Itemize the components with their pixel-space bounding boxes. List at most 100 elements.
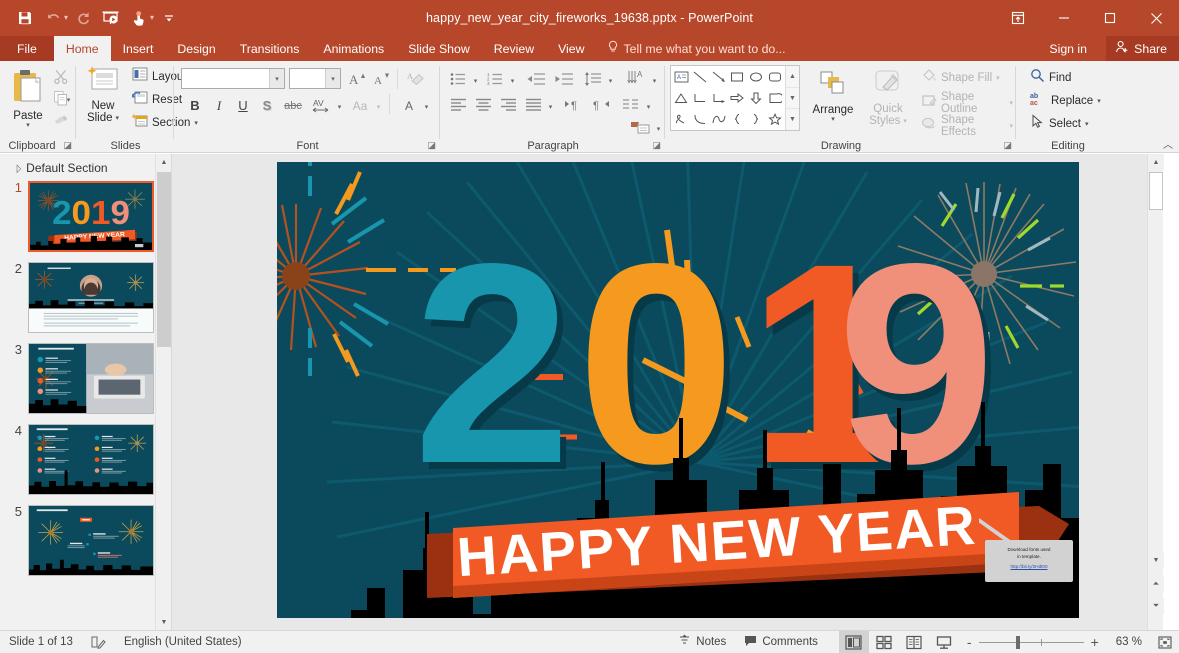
align-right-button[interactable] (497, 94, 520, 115)
collapse-ribbon-icon[interactable]: ︿ (1163, 136, 1173, 151)
new-slide-dropdown-icon[interactable]: ▾ (116, 115, 120, 122)
bold-button[interactable]: B (183, 94, 207, 117)
character-spacing-button[interactable]: AV (308, 94, 334, 117)
text-direction-button[interactable]: A (625, 66, 649, 87)
shape-fill-button[interactable]: Shape Fill ▾ (918, 67, 1003, 89)
ltr-text-direction-button[interactable]: ¶ (561, 94, 587, 115)
change-case-button[interactable]: Aa (347, 94, 373, 117)
clear-formatting-button[interactable]: A (403, 67, 429, 90)
shapes-gallery[interactable]: A ▲ ▼ ▼ (670, 65, 800, 131)
tab-view[interactable]: View (546, 36, 596, 61)
zoom-slider[interactable]: - + (959, 635, 1107, 649)
slide-counter[interactable]: Slide 1 of 13 (0, 631, 82, 653)
font-color-dropdown-icon[interactable]: ▾ (421, 96, 432, 117)
notes-button[interactable]: Notes (669, 631, 735, 653)
list-item[interactable]: 1 2019 (0, 180, 171, 252)
slide-area-scrollbar[interactable]: ▲ ▼ ⏶ ⏷ (1147, 154, 1164, 630)
shape-oval-icon[interactable] (747, 67, 766, 88)
normal-view-button[interactable] (838, 630, 869, 653)
scroll-up-icon[interactable]: ▲ (156, 154, 171, 170)
shapes-scroll-up-icon[interactable]: ▲ (786, 66, 799, 88)
slide-thumbnail-1[interactable]: 2019 HAPPY NEW YEAR (28, 181, 154, 252)
shape-arrow-icon[interactable] (709, 67, 728, 88)
next-slide-icon[interactable]: ⏷ (1148, 598, 1164, 614)
minimize-icon[interactable] (1041, 0, 1087, 36)
format-painter-button[interactable] (48, 109, 74, 129)
arrange-button[interactable]: Arrange ▾ (806, 65, 860, 133)
tab-review[interactable]: Review (482, 36, 546, 61)
shapes-more-icon[interactable]: ▼ (786, 109, 799, 130)
tab-design[interactable]: Design (165, 36, 227, 61)
shape-textbox-icon[interactable]: A (672, 67, 691, 88)
sign-in-button[interactable]: Sign in (1049, 36, 1087, 61)
shape-right-arrow-icon[interactable] (728, 88, 747, 109)
download-fonts-tooltip[interactable]: Download fonts used in template. http://… (985, 540, 1073, 582)
smartart-dropdown-icon[interactable]: ▾ (653, 118, 664, 139)
shape-flowchart-icon[interactable] (765, 88, 784, 109)
copy-dropdown-icon[interactable]: ▾ (63, 89, 74, 110)
numbering-dropdown-icon[interactable]: ▾ (507, 70, 518, 91)
bullets-dropdown-icon[interactable]: ▾ (470, 70, 481, 91)
columns-button[interactable] (619, 94, 643, 115)
spell-check-icon[interactable] (82, 631, 115, 653)
character-spacing-dropdown-icon[interactable]: ▾ (334, 96, 345, 117)
comments-button[interactable]: Comments (735, 631, 827, 653)
tab-home[interactable]: Home (53, 36, 111, 61)
shapes-gallery-scrollbar[interactable]: ▲ ▼ ▼ (785, 66, 799, 130)
font-dialog-launcher[interactable]: ◪ (427, 140, 436, 151)
tell-me-search[interactable]: Tell me what you want to do... (597, 36, 796, 61)
decrease-indent-button[interactable] (523, 68, 549, 89)
font-size-box[interactable]: ▾ (289, 68, 341, 89)
increase-indent-button[interactable] (551, 68, 577, 89)
text-direction-dropdown-icon[interactable]: ▾ (649, 70, 660, 91)
line-spacing-dropdown-icon[interactable]: ▾ (605, 70, 616, 91)
new-slide-button[interactable]: New Slide ▾ (80, 65, 126, 131)
save-icon[interactable] (12, 4, 38, 32)
underline-button[interactable]: U (231, 94, 255, 117)
center-button[interactable] (472, 94, 495, 115)
slide-editing-area[interactable]: 2 2 0 0 1 1 9 9 HAPPY NEW YEAR Download … (172, 154, 1164, 630)
touch-mode-icon[interactable] (126, 4, 152, 32)
tab-transitions[interactable]: Transitions (228, 36, 312, 61)
italic-button[interactable]: I (207, 94, 231, 117)
find-button[interactable]: Find (1027, 67, 1074, 89)
slide-sorter-view-button[interactable] (869, 631, 899, 653)
list-item[interactable]: 3 (0, 342, 171, 414)
customize-qat-icon[interactable] (156, 4, 182, 32)
shape-curve-icon[interactable] (709, 108, 728, 129)
justify-button[interactable] (522, 94, 545, 115)
font-color-button[interactable]: A (397, 94, 421, 117)
close-icon[interactable] (1133, 0, 1179, 36)
shape-rectangle-icon[interactable] (728, 67, 747, 88)
font-name-box[interactable]: ▾ (181, 68, 285, 89)
font-size-dropdown-icon[interactable]: ▾ (325, 69, 340, 88)
shape-arc-icon[interactable] (691, 108, 710, 129)
shape-effects-dropdown-icon[interactable]: ▾ (1009, 123, 1013, 130)
share-button[interactable]: Share (1106, 36, 1179, 61)
bullets-button[interactable] (447, 68, 470, 89)
columns-dropdown-icon[interactable]: ▾ (643, 96, 654, 117)
increase-font-size-button[interactable]: A (345, 67, 369, 90)
slide-thumbnail-panel[interactable]: ◹ Default Section 1 2019 2 3 4 5 ▲ ▼ (0, 154, 172, 630)
quick-styles-button[interactable]: Quick Styles ▾ (862, 65, 914, 133)
zoom-track[interactable] (978, 635, 1084, 649)
align-left-button[interactable] (447, 94, 470, 115)
redo-icon[interactable] (70, 4, 96, 32)
shape-scribble-icon[interactable] (672, 108, 691, 129)
select-button[interactable]: Select ▾ (1027, 113, 1091, 135)
shape-outline-dropdown-icon[interactable]: ▾ (1009, 100, 1013, 107)
slide-show-button[interactable] (929, 631, 959, 653)
shape-effects-button[interactable]: Shape Effects ▾ (918, 113, 1016, 139)
change-case-dropdown-icon[interactable]: ▾ (373, 96, 384, 117)
line-spacing-button[interactable] (581, 68, 605, 89)
justify-dropdown-icon[interactable]: ▾ (545, 96, 556, 117)
shape-right-brace-icon[interactable] (747, 108, 766, 129)
paragraph-dialog-launcher[interactable]: ◪ (652, 140, 661, 151)
scroll-down-icon[interactable]: ▼ (1148, 552, 1164, 568)
scrollbar-thumb[interactable] (1149, 172, 1163, 210)
zoom-handle[interactable] (1015, 635, 1020, 649)
font-name-dropdown-icon[interactable]: ▾ (269, 69, 284, 88)
zoom-level[interactable]: 63 % (1107, 631, 1151, 653)
tab-file[interactable]: File (0, 36, 54, 61)
arrange-dropdown-icon[interactable]: ▾ (831, 116, 835, 123)
